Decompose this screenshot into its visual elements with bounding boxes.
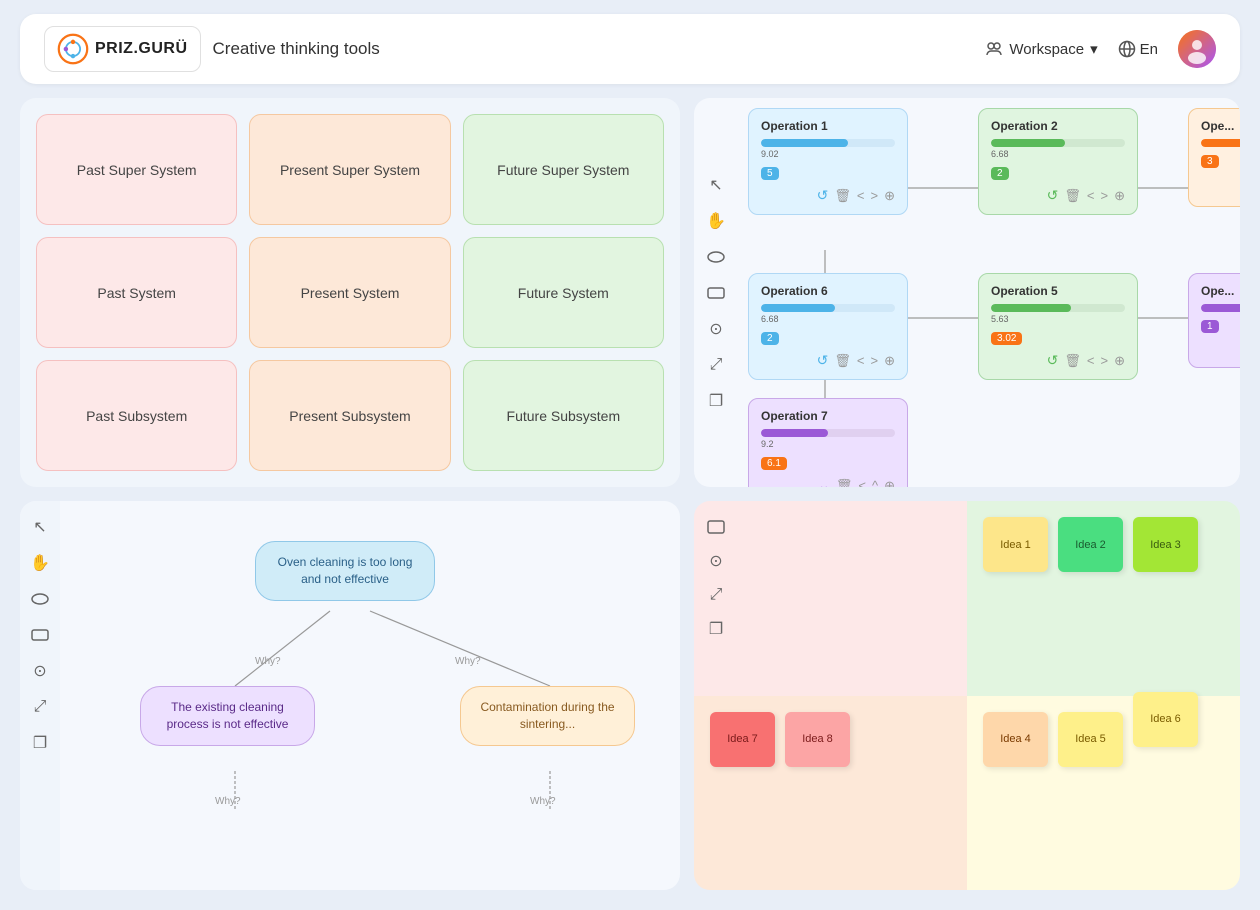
ideas-expand-tool[interactable]: ⤢ [702,581,730,609]
target-tool-why[interactable]: ⊙ [26,657,54,685]
operation-7-card[interactable]: Operation 7 9.2 6.1 ⌄ 🗑 < ^ ⊕ [748,398,908,487]
ideas-target-tool[interactable]: ⊙ [702,547,730,575]
why-label-right: Why? [455,656,481,667]
workspace-button[interactable]: Workspace ▾ [985,40,1097,58]
workspace-label: Workspace [1009,41,1084,58]
why-right-child[interactable]: Contamination during the sintering... [460,686,635,746]
why-content: Oven cleaning is too long and not effect… [60,501,680,890]
op-partial-title: Ope... [1201,119,1240,133]
rect-tool-why[interactable] [26,621,54,649]
ideas-rect-tool[interactable] [702,513,730,541]
op7-title: Operation 7 [761,409,895,423]
op6-title: Operation 6 [761,284,895,298]
why-root-node[interactable]: Oven cleaning is too long and not effect… [255,541,435,601]
why-label-left: Why? [255,656,281,667]
op5-title: Operation 5 [991,284,1125,298]
why-label-br: Why? [530,796,556,807]
user-avatar[interactable] [1178,30,1216,68]
ideas-quadrant-peach: Idea 7 Idea 8 [694,696,967,891]
logo-text: PRIZ.GURÜ [95,40,188,58]
hand-tool-why[interactable]: ✋ [26,549,54,577]
idea-8-note[interactable]: Idea 8 [785,712,850,767]
cell-present-system[interactable]: Present System [249,237,450,348]
cell-past-subsystem[interactable]: Past Subsystem [36,360,237,471]
operation-partial-top[interactable]: Ope... 3 ☰ [1188,108,1240,207]
ideas-board: ⊙ ⤢ ❐ Idea 1 Idea 2 Idea 3 Idea 7 Idea 8… [694,501,1240,890]
op2-actions: ↺ 🗑 < > ⊕ [991,187,1125,204]
op1-actions: ↺ 🗑 < > ⊕ [761,187,895,204]
idea-6-note[interactable]: Idea 6 [1133,692,1198,747]
cell-future-system[interactable]: Future System [463,237,664,348]
logo-area: PRIZ.GURÜ Creative thinking tools [44,26,380,72]
diagram-panel: ↖ ✋ ⊙ ⤢ ❐ [694,98,1240,487]
idea-2-note[interactable]: Idea 2 [1058,517,1123,572]
system-grid-panel: Past Super System Present Super System F… [20,98,680,487]
cell-future-super-system[interactable]: Future Super System [463,114,664,225]
cell-past-system[interactable]: Past System [36,237,237,348]
cursor-tool-why[interactable]: ↖ [26,513,54,541]
idea-3-note[interactable]: Idea 3 [1133,517,1198,572]
op7-tag: 6.1 [761,457,787,470]
operation-1-card[interactable]: Operation 1 9.02 5 ↺ 🗑 < > ⊕ [748,108,908,215]
op5-actions: ↺ 🗑 < > ⊕ [991,352,1125,369]
copy-tool[interactable]: ❐ [702,387,730,415]
op-partial2-title: Ope... [1201,284,1240,298]
hand-tool[interactable]: ✋ [702,207,730,235]
ideas-quadrant-yellow: Idea 4 Idea 5 Idea 6 [967,696,1240,891]
op5-tag: 3.02 [991,332,1022,345]
op1-title: Operation 1 [761,119,895,133]
cell-past-super-system[interactable]: Past Super System [36,114,237,225]
operation-6-card[interactable]: Operation 6 6.68 2 ↺ 🗑 < > ⊕ [748,273,908,380]
workspace-icon [985,40,1003,58]
cell-present-super-system[interactable]: Present Super System [249,114,450,225]
ideas-quadrant-green: Idea 1 Idea 2 Idea 3 [967,501,1240,696]
workspace-chevron: ▾ [1090,40,1098,58]
operation-5-card[interactable]: Operation 5 5.63 3.02 ↺ 🗑 < > ⊕ [978,273,1138,380]
system-grid: Past Super System Present Super System F… [36,114,664,471]
cell-present-subsystem[interactable]: Present Subsystem [249,360,450,471]
cursor-tool[interactable]: ↖ [702,171,730,199]
op1-tag: 5 [761,167,779,180]
header: PRIZ.GURÜ Creative thinking tools Worksp… [20,14,1240,84]
op6-actions: ↺ 🗑 < > ⊕ [761,352,895,369]
idea-4-note[interactable]: Idea 4 [983,712,1048,767]
cell-future-subsystem[interactable]: Future Subsystem [463,360,664,471]
op-partial-tag: 3 [1201,155,1219,168]
copy-tool-why[interactable]: ❐ [26,729,54,757]
op7-actions: ⌄ 🗑 < ^ ⊕ [761,477,895,487]
op2-title: Operation 2 [991,119,1125,133]
why-left-child[interactable]: The existing cleaning process is not eff… [140,686,315,746]
idea-7-note[interactable]: Idea 7 [710,712,775,767]
app-title: Creative thinking tools [213,39,380,59]
header-right: Workspace ▾ En [985,30,1216,68]
lang-label: En [1140,41,1158,58]
main-layout: Past Super System Present Super System F… [0,98,1260,904]
why-diagram-panel: ↖ ✋ ⊙ ⤢ ❐ [20,501,680,890]
globe-icon [1118,40,1136,58]
op-partial2-tag: 1 [1201,320,1219,333]
operation-partial-mid[interactable]: Ope... 1 ⌄ [1188,273,1240,368]
why-label-bl: Why? [215,796,241,807]
op6-tag: 2 [761,332,779,345]
rect-tool[interactable] [702,279,730,307]
priz-guru-logo [57,33,89,65]
expand-tool[interactable]: ⤢ [702,351,730,379]
logo-box: PRIZ.GURÜ [44,26,201,72]
ellipse-tool-why[interactable] [26,585,54,613]
idea-1-note[interactable]: Idea 1 [983,517,1048,572]
language-button[interactable]: En [1118,40,1158,58]
ideas-quadrant-pink [694,501,967,696]
target-tool[interactable]: ⊙ [702,315,730,343]
ellipse-tool[interactable] [702,243,730,271]
operation-2-card[interactable]: Operation 2 6.68 2 ↺ 🗑 < > ⊕ [978,108,1138,215]
expand-tool-why[interactable]: ⤢ [26,693,54,721]
ideas-copy-tool[interactable]: ❐ [702,615,730,643]
op2-tag: 2 [991,167,1009,180]
idea-5-note[interactable]: Idea 5 [1058,712,1123,767]
avatar-image [1178,30,1216,68]
